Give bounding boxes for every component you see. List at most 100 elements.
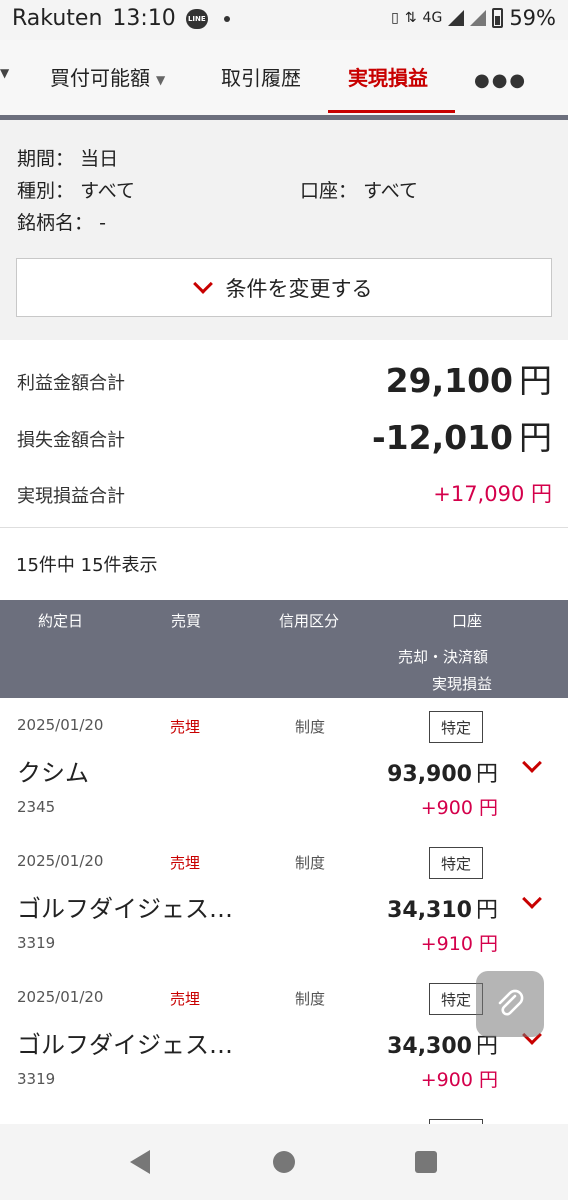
col-amount: 売却・決済額: [398, 648, 489, 666]
tab-bar: ▼ 買付可能額 ▼ 取引履歴 実現損益 ●●●: [0, 40, 568, 116]
type-filter: 種別： すべて: [17, 176, 135, 203]
loss-total-label: 損失金額合計: [17, 430, 125, 451]
account-value: すべて: [363, 180, 418, 202]
profit-total-label: 利益金額合計: [17, 373, 125, 394]
name-value: -: [99, 212, 106, 234]
col-credit: 信用区分: [279, 612, 340, 630]
vibrate-icon: ▯: [391, 10, 399, 26]
more-icon[interactable]: ●●●: [474, 70, 527, 91]
period-value: 当日: [80, 148, 119, 170]
recent-apps-icon[interactable]: [415, 1151, 437, 1173]
change-conditions-label: 条件を変更する: [225, 276, 373, 301]
name-label: 銘柄名：: [17, 212, 94, 234]
system-nav-bar: [0, 1124, 568, 1200]
chevron-down-icon: [192, 273, 213, 294]
row-date: 2025/01/20: [17, 852, 104, 870]
row-amount: 93,900 円: [387, 756, 498, 788]
line-app-icon: LINE: [185, 8, 208, 29]
notification-dot-icon: [223, 15, 230, 22]
realized-total-value: +17,090 円: [433, 482, 552, 506]
profit-total-value: 29,100 円: [386, 354, 552, 402]
expand-chevron-icon[interactable]: [522, 889, 542, 909]
tab-label: 取引履歴: [221, 66, 301, 90]
row-side: 売埋: [170, 990, 201, 1008]
row-stock-code: 3319: [17, 934, 56, 952]
row-amount: 34,310 円: [387, 892, 498, 924]
tab-label: 買付可能額: [50, 66, 150, 90]
caret-down-icon: ▼: [156, 72, 166, 87]
account-filter: 口座： すべて: [300, 176, 418, 203]
tab-trade-history[interactable]: 取引履歴: [221, 62, 301, 91]
col-account: 口座: [452, 612, 483, 630]
active-tab-indicator: [328, 110, 455, 113]
col-side: 売買: [171, 612, 202, 630]
loss-amount: -12,010: [371, 418, 513, 457]
row-account-badge: 特定: [429, 711, 483, 743]
change-conditions-button[interactable]: 条件を変更する: [16, 258, 552, 317]
signal-icon: [448, 10, 465, 26]
row-realized-pl: +900 円: [420, 1069, 498, 1091]
tab-buying-power[interactable]: 買付可能額 ▼: [50, 62, 165, 91]
home-icon[interactable]: [273, 1151, 295, 1173]
yen-unit: 円: [519, 418, 552, 457]
period-label: 期間：: [17, 148, 75, 170]
row-amount-value: 93,900: [387, 762, 472, 787]
type-label: 種別：: [17, 180, 75, 202]
summary-divider: [0, 527, 568, 528]
row-account-badge: 特定: [429, 983, 483, 1015]
battery-icon: [492, 8, 504, 28]
row-realized-pl: +900 円: [420, 797, 498, 819]
row-amount-value: 34,310: [387, 898, 472, 923]
data-arrows-icon: ⇅: [404, 10, 417, 26]
table-row[interactable]: 2025/01/20 売埋 制度 特定 ゴルフダイジェス… 34,310 円 33…: [0, 834, 568, 971]
back-icon[interactable]: [130, 1150, 150, 1174]
yen-unit: 円: [475, 1034, 498, 1059]
network-type: 4G: [422, 10, 443, 26]
clock: 13:10: [112, 6, 176, 31]
attach-floating-button[interactable]: [476, 971, 544, 1037]
status-right: ▯ ⇅ 4G 59%: [391, 6, 556, 30]
paperclip-icon: [498, 989, 524, 1016]
row-side: 売埋: [170, 718, 201, 736]
table-row[interactable]: [0, 1106, 568, 1125]
row-credit-type: 制度: [295, 854, 326, 872]
realized-total-label: 実現損益合計: [17, 486, 125, 507]
row-stock-name: ゴルフダイジェス…: [17, 1031, 233, 1059]
scroll-left-icon[interactable]: ▼: [0, 66, 9, 80]
signal-2-icon: [470, 10, 487, 26]
row-side: 売埋: [170, 854, 201, 872]
profit-amount: 29,100: [385, 361, 513, 400]
period-filter: 期間： 当日: [17, 144, 118, 171]
loss-total-value: -12,010 円: [372, 411, 552, 459]
row-date: 2025/01/20: [17, 716, 104, 734]
row-credit-type: 制度: [295, 990, 326, 1008]
expand-chevron-icon[interactable]: [522, 753, 542, 773]
result-count: 15件中 15件表示: [16, 555, 158, 576]
filter-panel: 期間： 当日 種別： すべて 口座： すべて 銘柄名： - 条件を変更する: [0, 120, 568, 340]
row-stock-code: 3319: [17, 1070, 56, 1088]
row-stock-code: 2345: [17, 798, 56, 816]
tab-label: 実現損益: [348, 66, 428, 90]
carrier-name: Rakuten: [12, 6, 103, 31]
row-amount-value: 34,300: [387, 1034, 472, 1059]
account-label: 口座：: [300, 180, 358, 202]
name-filter: 銘柄名： -: [17, 208, 106, 235]
row-date: 2025/01/20: [17, 988, 104, 1006]
row-stock-name: ゴルフダイジェス…: [17, 895, 233, 923]
row-credit-type: 制度: [295, 718, 326, 736]
col-date: 約定日: [38, 612, 84, 630]
status-left: Rakuten 13:10 LINE: [12, 6, 230, 31]
battery-percent: 59%: [509, 6, 556, 30]
col-pl: 実現損益: [432, 675, 493, 693]
row-account-badge: 特定: [429, 847, 483, 879]
table-row[interactable]: 2025/01/20 売埋 制度 特定 クシム 93,900 円 2345 +90…: [0, 698, 568, 835]
row-realized-pl: +910 円: [420, 933, 498, 955]
table-header: 約定日 売買 信用区分 口座 売却・決済額 実現損益: [0, 600, 568, 698]
status-bar: Rakuten 13:10 LINE ▯ ⇅ 4G 59%: [0, 0, 568, 40]
yen-unit: 円: [519, 361, 552, 400]
row-stock-name: クシム: [17, 759, 89, 787]
tab-realized-pl[interactable]: 実現損益: [348, 62, 428, 91]
yen-unit: 円: [475, 898, 498, 923]
type-value: すべて: [80, 180, 135, 202]
yen-unit: 円: [475, 762, 498, 787]
